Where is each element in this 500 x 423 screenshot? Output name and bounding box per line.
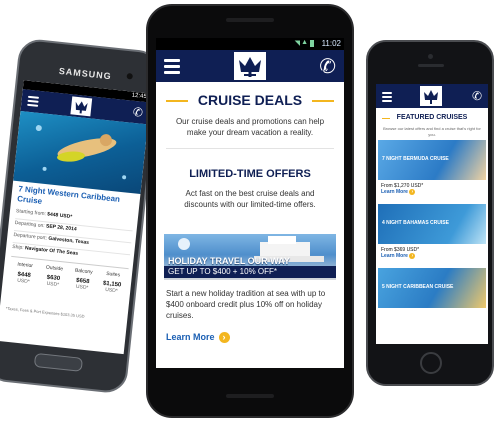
speaker-grille	[226, 394, 274, 398]
menu-icon[interactable]	[27, 95, 40, 107]
samsung-status-time: 12:45	[131, 92, 147, 101]
samsung-phone: SAMSUNG 12:45 ✆ 7 Night Western Caribbea…	[0, 37, 162, 395]
earpiece	[226, 18, 274, 22]
cabin-column[interactable]: Balcony $658 USD*	[65, 263, 99, 310]
phone-icon[interactable]: ✆	[472, 89, 482, 103]
crown-anchor-logo[interactable]	[420, 86, 442, 106]
arrow-icon: ›	[218, 331, 230, 343]
crown-anchor-logo[interactable]	[234, 52, 266, 80]
phone-icon[interactable]: ✆	[319, 54, 336, 79]
featured-card[interactable]: 7 NIGHT BERMUDA CRUISE From $1,270 USD* …	[378, 140, 486, 200]
crown-anchor-logo[interactable]	[70, 96, 93, 117]
cabin-column[interactable]: Interior $448 USD*	[7, 257, 41, 304]
samsung-screen: 12:45 ✆ 7 Night Western Caribbean Cruise	[0, 80, 152, 355]
promo-description: Start a new holiday tradition at sea wit…	[166, 289, 326, 320]
card-banner[interactable]: 4 NIGHT BAHAMAS CRUISE	[378, 204, 486, 244]
front-camera	[428, 54, 433, 59]
promo-banner-strip: GET UP TO $400 + 10% OFF*	[164, 266, 336, 278]
nexus-screen: ◥ ▲ 11:02 ✆ CRUISE DEALS Our cruise deal…	[156, 38, 344, 368]
nexus-navbar: ✆	[156, 50, 344, 82]
learn-more-link[interactable]: Learn More	[381, 253, 408, 259]
nexus-status-bar: ◥ ▲ 11:02	[156, 38, 344, 50]
menu-icon[interactable]	[382, 92, 392, 102]
promo-banner[interactable]: HOLIDAY TRAVEL OUR WAY GET UP TO $400 + …	[164, 234, 336, 280]
arrow-icon[interactable]: ›	[409, 189, 416, 195]
menu-icon[interactable]	[164, 59, 180, 74]
featured-heading: FEATURED CRUISES	[396, 114, 468, 121]
iphone-navbar: ✆	[376, 84, 488, 108]
cabin-column[interactable]: Outside $630 USD*	[36, 260, 70, 307]
iphone-screen: ✆ FEATURED CRUISES Browse our latest off…	[376, 84, 488, 344]
cabin-price-table: Interior $448 USD* Outside $630 USD* Bal…	[6, 255, 129, 313]
signal-icon: ▲	[301, 39, 308, 46]
samsung-brand-label: SAMSUNG	[58, 65, 113, 82]
nexus-status-time: 11:02	[321, 39, 341, 48]
wifi-icon: ◥	[294, 40, 300, 47]
home-button[interactable]	[33, 352, 84, 372]
learn-more-link[interactable]: Learn More	[381, 189, 408, 195]
featured-card[interactable]: 5 NIGHT CARIBBEAN CRUISE	[378, 268, 486, 308]
promo-banner-title: HOLIDAY TRAVEL OUR WAY	[168, 256, 290, 266]
section-intro: Act fast on the best cruise deals and di…	[184, 189, 316, 209]
featured-intro: Browse our latest offers and find a crui…	[383, 126, 481, 137]
heading-rule-right	[312, 100, 334, 102]
home-button[interactable]	[420, 352, 442, 374]
earpiece	[418, 64, 444, 67]
page-intro: Our cruise deals and promotions can help…	[175, 117, 325, 137]
card-banner[interactable]: 7 NIGHT BERMUDA CRUISE	[378, 140, 486, 180]
phone-icon[interactable]: ✆	[132, 105, 143, 120]
heading-rule	[382, 118, 390, 119]
learn-more-label: Learn More	[166, 332, 215, 342]
learn-more-button[interactable]: Learn More ›	[166, 330, 230, 344]
iphone: ✆ FEATURED CRUISES Browse our latest off…	[366, 40, 494, 386]
card-banner[interactable]: 5 NIGHT CARIBBEAN CRUISE	[378, 268, 486, 308]
snorkel-photo	[13, 111, 148, 195]
front-camera	[126, 72, 134, 80]
arrow-icon[interactable]: ›	[409, 253, 416, 259]
battery-icon	[310, 40, 314, 47]
divider	[166, 148, 334, 149]
cabin-column[interactable]: Suites $1,150 USD*	[95, 266, 129, 313]
featured-card[interactable]: 4 NIGHT BAHAMAS CRUISE From $369 USD* Le…	[378, 204, 486, 264]
nexus-phone: ◥ ▲ 11:02 ✆ CRUISE DEALS Our cruise deal…	[146, 4, 354, 418]
section-title: LIMITED-TIME OFFERS	[189, 168, 311, 180]
